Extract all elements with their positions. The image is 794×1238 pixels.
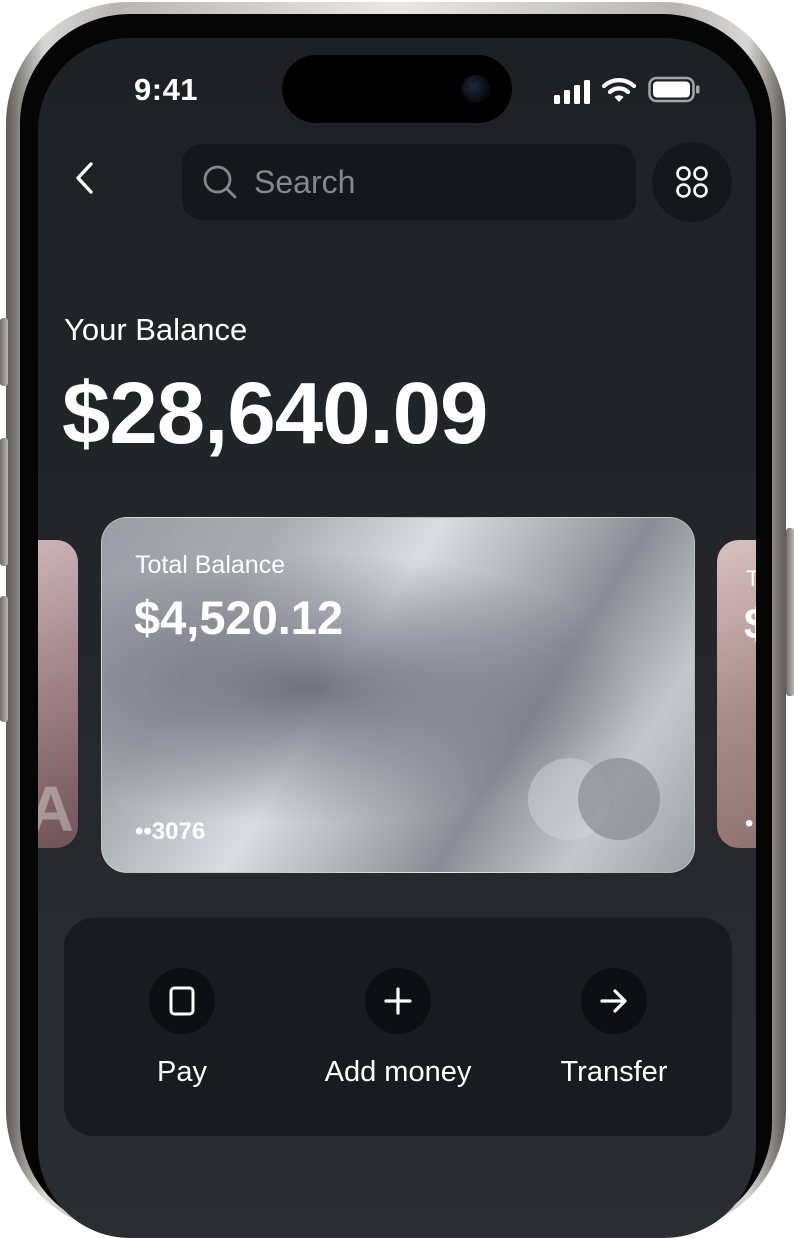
search-bar[interactable]: [182, 144, 636, 220]
chevron-left-icon: [76, 162, 93, 194]
side-button-power: [786, 528, 794, 696]
transfer-label: Transfer: [560, 1056, 668, 1088]
dynamic-island: [282, 55, 512, 123]
square-icon: [169, 986, 195, 1016]
card-network-circles-icon: [528, 758, 660, 842]
status-icons: [554, 76, 704, 106]
camera-icon: [462, 75, 490, 103]
grid-dots-icon: [676, 166, 708, 198]
pay-icon-circle: [149, 968, 215, 1034]
card-peek-left-text: A: [38, 773, 74, 845]
search-icon: [203, 165, 237, 199]
add-money-label: Add money: [324, 1056, 472, 1088]
side-button-volume-up: [0, 438, 8, 566]
app-screen: 9:41 Search Your Balance $28,640.09 A To…: [38, 38, 756, 1238]
card-peek-right-amount: $: [744, 600, 756, 650]
quick-actions-panel: Pay Add money Transfer: [64, 918, 732, 1136]
add-money-icon-circle: [365, 968, 431, 1034]
battery-icon: [648, 76, 700, 103]
transfer-icon-circle: [581, 968, 647, 1034]
card-peek-right[interactable]: T $ •: [717, 540, 756, 848]
balance-label: Your Balance: [64, 312, 248, 347]
menu-button[interactable]: [652, 142, 732, 222]
card-peek-right-number: •: [745, 810, 754, 837]
card-peek-left[interactable]: A: [38, 540, 78, 848]
arrow-right-icon: [600, 989, 627, 1013]
add-money-button[interactable]: Add money: [298, 968, 498, 1089]
pay-label: Pay: [157, 1056, 207, 1088]
pay-button[interactable]: Pay: [82, 968, 282, 1089]
transfer-button[interactable]: Transfer: [514, 968, 714, 1089]
search-input[interactable]: [252, 162, 596, 202]
cellular-signal-icon: [554, 80, 590, 104]
card-amount: $4,520.12: [134, 591, 344, 644]
card-title: Total Balance: [135, 551, 286, 579]
side-button-action: [0, 318, 8, 386]
card-total-balance[interactable]: Total Balance $4,520.12 ••3076: [101, 517, 695, 873]
card-number: ••3076: [135, 818, 206, 845]
balance-amount: $28,640.09: [62, 365, 488, 462]
wifi-icon: [602, 78, 636, 102]
status-time: 9:41: [134, 72, 199, 107]
back-button[interactable]: [56, 150, 112, 206]
card-peek-right-title: T: [746, 566, 756, 591]
side-button-volume-down: [0, 596, 8, 722]
plus-icon: [384, 987, 412, 1015]
